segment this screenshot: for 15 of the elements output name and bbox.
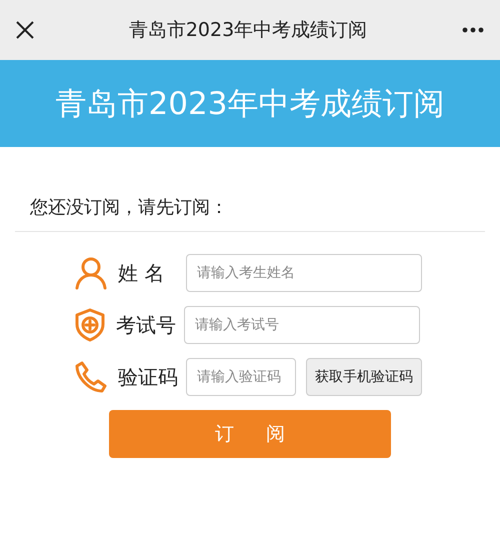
field-label: 考试号	[116, 312, 174, 338]
person-icon	[74, 256, 108, 290]
input-field[interactable]: 请输入验证码	[186, 358, 296, 396]
shield-plus-icon	[74, 308, 106, 342]
phone-icon	[74, 360, 108, 394]
banner-title: 青岛市2023年中考成绩订阅	[56, 84, 444, 124]
more-icon[interactable]	[462, 27, 484, 33]
page-title: 青岛市2023年中考成绩订阅	[128, 18, 368, 43]
subscribe-prompt: 您还没订阅，请先订阅：	[30, 196, 228, 219]
input-field[interactable]: 请输入考试号	[184, 306, 420, 344]
field-label: 验证码	[118, 364, 176, 390]
close-icon[interactable]	[16, 21, 34, 39]
get-code-button[interactable]: 获取手机验证码	[306, 358, 422, 396]
field-label: 姓 名	[118, 260, 166, 286]
input-field[interactable]: 请输入考生姓名	[186, 254, 422, 292]
